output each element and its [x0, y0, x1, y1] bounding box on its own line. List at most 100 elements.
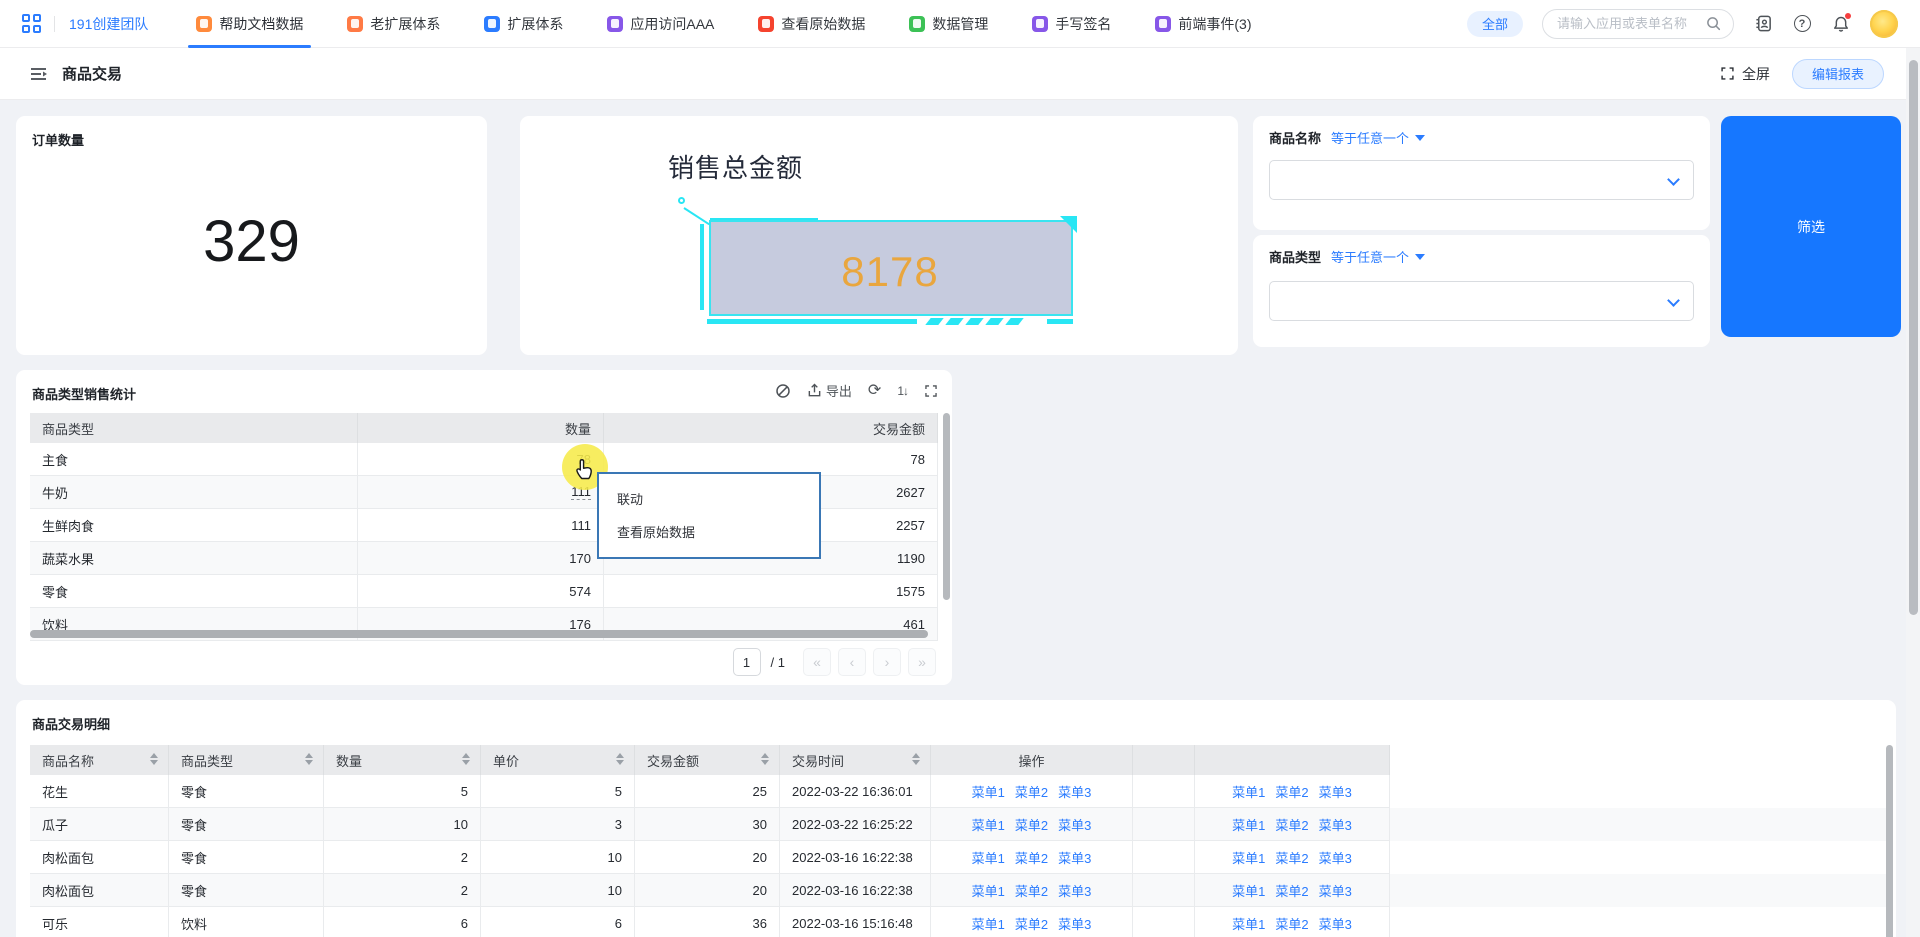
app-tab-8[interactable]: 前端事件(3) — [1133, 0, 1273, 48]
sort-arrows-icon[interactable] — [761, 753, 769, 765]
menu-link-2[interactable]: 菜单2 — [1015, 782, 1048, 801]
sort-arrows-icon[interactable] — [150, 753, 158, 765]
stats-cell[interactable]: 111 — [358, 476, 604, 509]
sort-desc-icon[interactable] — [462, 760, 470, 765]
expand-icon[interactable] — [924, 384, 938, 398]
menu-link-2[interactable]: 菜单2 — [1275, 782, 1308, 801]
refresh-icon[interactable]: ⟳ — [868, 382, 881, 399]
menu-link-3[interactable]: 菜单3 — [1058, 881, 1091, 900]
menu-link-1[interactable]: 菜单1 — [972, 782, 1005, 801]
menu-link-1[interactable]: 菜单1 — [972, 815, 1005, 834]
menu-link-3[interactable]: 菜单3 — [1319, 782, 1352, 801]
menu-link-1[interactable]: 菜单1 — [972, 881, 1005, 900]
next-page-button[interactable]: › — [873, 648, 901, 676]
filter-submit-button[interactable]: 筛选 — [1721, 116, 1901, 337]
menu-link-2[interactable]: 菜单2 — [1015, 848, 1048, 867]
notification-bell-icon[interactable] — [1831, 12, 1851, 34]
menu-link-2[interactable]: 菜单2 — [1275, 848, 1308, 867]
unlink-icon[interactable] — [775, 383, 791, 399]
edit-report-button[interactable]: 编辑报表 — [1791, 58, 1884, 89]
stats-vertical-scrollbar[interactable] — [943, 413, 950, 600]
page-number-input[interactable]: 1 — [732, 648, 761, 676]
detail-header-cell[interactable]: 商品名称 — [30, 745, 169, 775]
context-menu-item-1[interactable]: 联动 — [599, 482, 819, 515]
sort-desc-icon[interactable] — [150, 760, 158, 765]
sort-asc-icon[interactable] — [150, 753, 158, 758]
menu-link-3[interactable]: 菜单3 — [1058, 815, 1091, 834]
page-scrollbar[interactable] — [1906, 48, 1920, 937]
sort-desc-icon[interactable] — [912, 760, 920, 765]
sort-asc-icon[interactable] — [305, 753, 313, 758]
all-apps-button[interactable]: 全部 — [1466, 10, 1523, 37]
menu-link-3[interactable]: 菜单3 — [1058, 782, 1091, 801]
filter-name-select[interactable] — [1269, 160, 1694, 200]
menu-link-1[interactable]: 菜单1 — [1232, 815, 1265, 834]
menu-link-3[interactable]: 菜单3 — [1319, 914, 1352, 933]
menu-link-3[interactable]: 菜单3 — [1319, 848, 1352, 867]
sort-arrows-icon[interactable] — [462, 753, 470, 765]
prev-page-button[interactable]: ‹ — [838, 648, 866, 676]
sort-icon[interactable]: 1↓ — [897, 384, 909, 398]
app-tab-2[interactable]: 老扩展体系 — [325, 0, 462, 48]
app-tab-6[interactable]: 数据管理 — [887, 0, 1010, 48]
stats-cell[interactable]: 170 — [358, 542, 604, 575]
detail-header-cell[interactable]: 商品类型 — [169, 745, 324, 775]
sort-asc-icon[interactable] — [761, 753, 769, 758]
menu-link-2[interactable]: 菜单2 — [1015, 815, 1048, 834]
app-tab-7[interactable]: 手写签名 — [1010, 0, 1133, 48]
sort-asc-icon[interactable] — [616, 753, 624, 758]
sort-arrows-icon[interactable] — [616, 753, 624, 765]
menu-link-2[interactable]: 菜单2 — [1275, 914, 1308, 933]
menu-link-3[interactable]: 菜单3 — [1058, 914, 1091, 933]
filter-type-select[interactable] — [1269, 281, 1694, 321]
fullscreen-button[interactable]: 全屏 — [1720, 64, 1770, 84]
search-input[interactable] — [1557, 16, 1703, 31]
workspace-link[interactable]: 191创建团队 — [69, 14, 148, 34]
sort-desc-icon[interactable] — [616, 760, 624, 765]
sort-asc-icon[interactable] — [912, 753, 920, 758]
filter-name-operator[interactable]: 等于任意一个 — [1331, 128, 1426, 147]
stats-cell[interactable]: 574 — [358, 575, 604, 608]
stats-cell[interactable]: 78 — [358, 443, 604, 476]
sort-desc-icon[interactable] — [305, 760, 313, 765]
menu-link-1[interactable]: 菜单1 — [1232, 914, 1265, 933]
last-page-button[interactable]: » — [908, 648, 936, 676]
filter-type-operator[interactable]: 等于任意一个 — [1331, 247, 1426, 266]
menu-link-2[interactable]: 菜单2 — [1275, 815, 1308, 834]
menu-link-2[interactable]: 菜单2 — [1275, 881, 1308, 900]
menu-link-1[interactable]: 菜单1 — [972, 848, 1005, 867]
stats-horizontal-scrollbar[interactable] — [30, 630, 928, 638]
first-page-button[interactable]: « — [803, 648, 831, 676]
app-tab-1[interactable]: 帮助文档数据 — [174, 0, 325, 48]
menu-link-2[interactable]: 菜单2 — [1015, 881, 1048, 900]
detail-header-cell[interactable]: 交易时间 — [780, 745, 931, 775]
page-scrollbar-thumb[interactable] — [1909, 60, 1918, 615]
app-search[interactable] — [1542, 8, 1734, 39]
search-icon[interactable] — [1703, 14, 1723, 34]
avatar[interactable] — [1870, 9, 1898, 38]
app-grid-icon[interactable] — [22, 14, 42, 33]
menu-link-2[interactable]: 菜单2 — [1015, 914, 1048, 933]
stats-cell[interactable]: 111 — [358, 509, 604, 542]
sort-arrows-icon[interactable] — [912, 753, 920, 765]
sort-arrows-icon[interactable] — [305, 753, 313, 765]
detail-header-cell[interactable]: 单价 — [481, 745, 635, 775]
app-tab-4[interactable]: 应用访问AAA — [585, 0, 736, 48]
menu-link-1[interactable]: 菜单1 — [1232, 848, 1265, 867]
context-menu-item-2[interactable]: 查看原始数据 — [599, 515, 819, 548]
menu-link-1[interactable]: 菜单1 — [1232, 881, 1265, 900]
help-icon[interactable]: ? — [1792, 14, 1812, 34]
menu-link-3[interactable]: 菜单3 — [1058, 848, 1091, 867]
sort-asc-icon[interactable] — [462, 753, 470, 758]
menu-link-1[interactable]: 菜单1 — [972, 914, 1005, 933]
app-tab-5[interactable]: 查看原始数据 — [736, 0, 887, 48]
contacts-icon[interactable] — [1753, 14, 1773, 34]
menu-link-1[interactable]: 菜单1 — [1232, 782, 1265, 801]
export-button[interactable]: 导出 — [807, 381, 852, 400]
detail-vertical-scrollbar[interactable] — [1886, 745, 1893, 937]
app-tab-3[interactable]: 扩展体系 — [462, 0, 585, 48]
menu-link-3[interactable]: 菜单3 — [1319, 881, 1352, 900]
menu-icon[interactable] — [30, 66, 48, 82]
sort-desc-icon[interactable] — [761, 760, 769, 765]
detail-header-cell[interactable]: 交易金额 — [635, 745, 780, 775]
